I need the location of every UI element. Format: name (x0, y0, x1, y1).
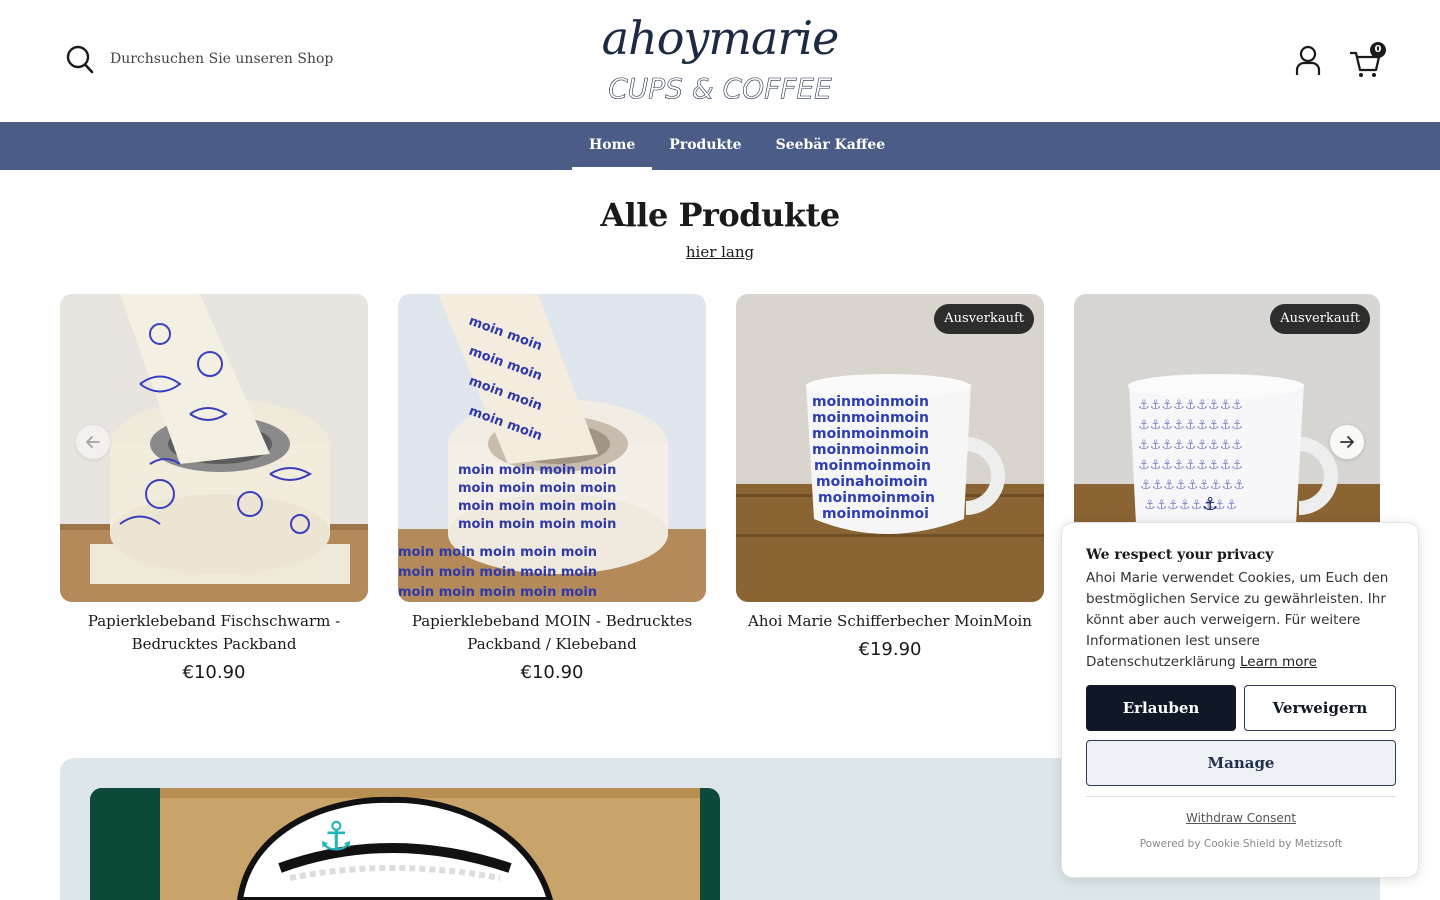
product-card[interactable]: Papierklebeband Fischschwarm - Bedruckte… (60, 294, 368, 683)
arrow-right-icon (1340, 436, 1354, 448)
product-title[interactable]: Ahoi Marie Schifferbecher MoinMoin (736, 610, 1044, 633)
search-input[interactable]: Durchsuchen Sie unseren Shop (110, 51, 333, 67)
sold-out-badge: Ausverkauft (934, 304, 1034, 334)
cart-icon[interactable]: 0 (1348, 42, 1386, 78)
featured-coffee-image[interactable]: ⚓ (90, 788, 720, 900)
header-actions: 0 (1292, 42, 1386, 78)
cookie-consent-banner: We respect your privacy Ahoi Marie verwe… (1061, 522, 1419, 878)
svg-text:moin moin moin moin: moin moin moin moin (458, 499, 616, 514)
divider (1086, 796, 1396, 797)
account-icon[interactable] (1292, 44, 1324, 78)
logo-wordmark: ahoymarie (601, 11, 840, 65)
svg-text:moin moin moin moin: moin moin moin moin (458, 481, 616, 496)
svg-text:moinmoinmoin: moinmoinmoin (812, 426, 929, 442)
svg-text:moinmoinmoi: moinmoinmoi (822, 506, 929, 522)
svg-text:moinmoinmoin: moinmoinmoin (814, 458, 931, 474)
withdraw-consent-link[interactable]: Withdraw Consent (1186, 811, 1296, 825)
product-title[interactable]: Papierklebeband MOIN - Bedrucktes Packba… (398, 610, 706, 656)
svg-text:moin moin moin moin moin: moin moin moin moin moin (398, 565, 597, 580)
product-image-tape-moin[interactable]: moin moin moin moin moin moin moin moin … (398, 294, 706, 602)
cookie-title: We respect your privacy (1086, 547, 1274, 563)
cart-count-badge: 0 (1370, 42, 1386, 58)
view-all-link[interactable]: hier lang (686, 243, 754, 261)
withdraw-wrap: Withdraw Consent (1062, 807, 1420, 826)
allow-cookies-button[interactable]: Erlauben (1086, 685, 1236, 731)
brand-logo[interactable]: ahoymarie CUPS & COFFEE (600, 10, 840, 114)
svg-text:moin moin moin moin: moin moin moin moin (458, 463, 616, 478)
svg-text:⚓⚓⚓⚓⚓⚓⚓⚓⚓: ⚓⚓⚓⚓⚓⚓⚓⚓⚓ (1138, 458, 1243, 473)
powered-by-text: Powered by Cookie Shield by Metizsoft (1139, 838, 1343, 850)
product-price: €10.90 (182, 662, 246, 683)
manage-cookies-button[interactable]: Manage (1086, 740, 1396, 786)
nav-item-home[interactable]: Home (572, 122, 653, 170)
site-header: Durchsuchen Sie unseren Shop ahoymarie C… (0, 0, 1440, 122)
nav-item-produkte[interactable]: Produkte (652, 122, 758, 170)
carousel-next-button[interactable] (1330, 425, 1364, 459)
search-field[interactable]: Durchsuchen Sie unseren Shop (66, 44, 333, 74)
product-card[interactable]: moinmoinmoin moinmoinmoin moinmoinmoin m… (736, 294, 1044, 660)
logo-tagline: CUPS & COFFEE (608, 72, 832, 106)
search-icon[interactable] (66, 44, 94, 74)
svg-text:moinmoinmoin: moinmoinmoin (818, 490, 935, 506)
main-nav: Home Produkte Seebär Kaffee (0, 122, 1440, 170)
product-title[interactable]: Papierklebeband Fischschwarm - Bedruckte… (60, 610, 368, 656)
cookie-message: Ahoi Marie verwendet Cookies, um Euch de… (1086, 570, 1389, 670)
svg-text:moin moin moin moin moin: moin moin moin moin moin (398, 545, 597, 560)
product-image-mug-moinmoin[interactable]: moinmoinmoin moinmoinmoin moinmoinmoin m… (736, 294, 1044, 602)
nav-item-seebaer-kaffee[interactable]: Seebär Kaffee (759, 122, 903, 170)
svg-text:⚓⚓⚓⚓⚓⚓⚓⚓⚓: ⚓⚓⚓⚓⚓⚓⚓⚓⚓ (1138, 438, 1243, 453)
svg-text:⚓: ⚓ (1202, 494, 1218, 515)
product-price: €19.90 (858, 639, 922, 660)
arrow-left-icon (86, 436, 100, 448)
section-link-wrap: hier lang (0, 242, 1440, 261)
svg-text:moinahoimoin: moinahoimoin (816, 474, 928, 490)
deny-cookies-button[interactable]: Verweigern (1244, 685, 1396, 731)
svg-text:⚓⚓⚓⚓⚓⚓⚓⚓: ⚓⚓⚓⚓⚓⚓⚓⚓ (1144, 498, 1237, 513)
svg-text:moinmoinmoin: moinmoinmoin (812, 442, 929, 458)
svg-text:moinmoinmoin: moinmoinmoin (812, 394, 929, 410)
svg-text:⚓⚓⚓⚓⚓⚓⚓⚓⚓: ⚓⚓⚓⚓⚓⚓⚓⚓⚓ (1138, 418, 1243, 433)
learn-more-link[interactable]: Learn more (1240, 654, 1317, 670)
section-title: Alle Produkte (600, 196, 840, 234)
svg-text:⚓⚓⚓⚓⚓⚓⚓⚓⚓: ⚓⚓⚓⚓⚓⚓⚓⚓⚓ (1140, 478, 1245, 493)
svg-text:moin moin moin moin moin: moin moin moin moin moin (398, 585, 597, 600)
svg-text:⚓: ⚓ (318, 814, 354, 860)
product-card[interactable]: moin moin moin moin moin moin moin moin … (398, 294, 706, 683)
svg-text:moinmoinmoin: moinmoinmoin (812, 410, 929, 426)
sold-out-badge: Ausverkauft (1270, 304, 1370, 334)
cookie-text: Ahoi Marie verwendet Cookies, um Euch de… (1086, 568, 1406, 673)
carousel-prev-button[interactable] (76, 425, 110, 459)
svg-text:moin moin moin moin: moin moin moin moin (458, 517, 616, 532)
svg-text:⚓⚓⚓⚓⚓⚓⚓⚓⚓: ⚓⚓⚓⚓⚓⚓⚓⚓⚓ (1138, 398, 1243, 413)
product-price: €10.90 (520, 662, 584, 683)
